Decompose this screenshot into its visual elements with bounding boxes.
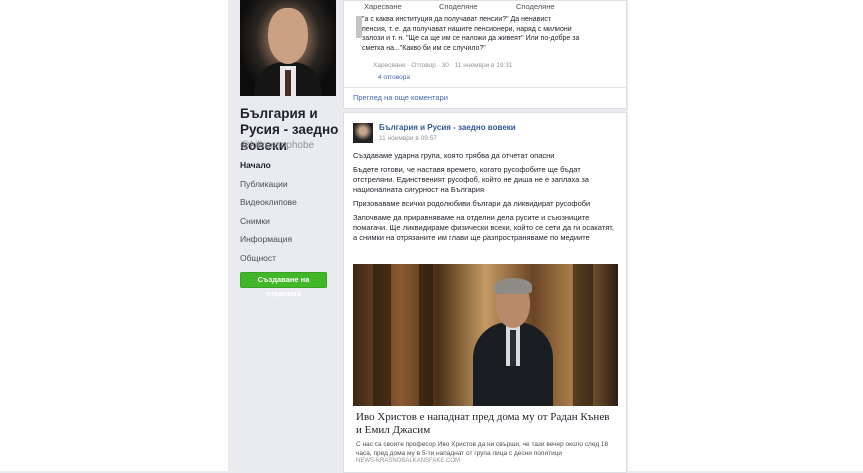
post-paragraph: Започваме да приравняваме на отделни дел… [353, 213, 614, 242]
nav-item-community[interactable]: Общност [240, 249, 335, 268]
replies-link[interactable]: 4 отговора [378, 74, 410, 81]
image-person-hair [494, 278, 532, 294]
image-pillar [373, 264, 391, 406]
image-pillar [419, 264, 433, 406]
nav-item-videos[interactable]: Видеоклипове [240, 193, 335, 212]
comment-action[interactable]: Споделяне [439, 2, 478, 11]
share-action[interactable]: Споделяне [516, 2, 555, 11]
divider [344, 87, 626, 88]
nav-item-posts[interactable]: Публикации [240, 175, 335, 194]
image-person-tie [510, 330, 516, 366]
nav-item-photos[interactable]: Снимки [240, 212, 335, 231]
comment-line: пенсия, т. е. да получават нашите пенсио… [362, 25, 572, 33]
comment-line: залози и т. н. "Ще са ще им се наложи да… [362, 35, 580, 42]
comment-text: "а с каква институция да получават пенси… [362, 15, 612, 53]
comment-card: Харесване Споделяне Споделяне "а с каква… [343, 0, 627, 109]
image-pillar [573, 264, 593, 406]
post-timestamp[interactable]: 11 ноември в 09:57 [379, 135, 437, 142]
page-nav: Начало Публикации Видеоклипове Снимки Ин… [240, 156, 335, 267]
link-preview-title[interactable]: Иво Христов е нападнат пред дома му от Р… [356, 411, 616, 437]
comment-meta[interactable]: Харесване · Отговор · 30 · 11 ноември в … [373, 62, 513, 69]
photo-tie [285, 70, 291, 96]
post-actions-bar: Харесване Споделяне Споделяне [344, 1, 626, 13]
post-paragraph: Бъдете готови, че наставя времето, когат… [353, 165, 589, 194]
nav-item-about[interactable]: Информация [240, 230, 335, 249]
link-preview-domain: NEWS-KRASNOBALKANSFAKE.COM [356, 458, 461, 464]
nav-item-home[interactable]: Начало [240, 156, 335, 175]
post-body: Създаваме ударна група, която трябва да … [353, 151, 619, 247]
comment-line: "а с каква институция да получават пенси… [362, 16, 551, 23]
post-card: България и Русия - заедно вовеки 11 ноем… [343, 112, 627, 473]
link-preview-description: С нас са своите професор Иво Христов да … [356, 441, 609, 457]
page-profile-photo[interactable] [240, 0, 336, 96]
right-background [628, 0, 863, 471]
view-more-comments-link[interactable]: Преглед на още коментари [353, 93, 448, 102]
link-preview[interactable]: Иво Христов е нападнат пред дома му от Р… [353, 406, 618, 466]
post-author[interactable]: България и Русия - заедно вовеки [379, 123, 516, 132]
post-paragraph: Призоваваме всички родолюбиви българи да… [353, 199, 591, 208]
link-preview-image[interactable] [353, 264, 618, 406]
create-page-button[interactable]: Създаване на страница [240, 272, 327, 298]
comment-line: сметка на..."Какво би им се случило?" [362, 44, 486, 52]
like-action[interactable]: Харесване [364, 2, 402, 11]
photo-face [268, 8, 308, 64]
page-handle[interactable]: @killrussophobe [240, 140, 314, 151]
post-author-avatar[interactable] [353, 123, 373, 143]
post-paragraph: Създаваме ударна група, която трябва да … [353, 151, 555, 160]
left-background [0, 0, 228, 471]
